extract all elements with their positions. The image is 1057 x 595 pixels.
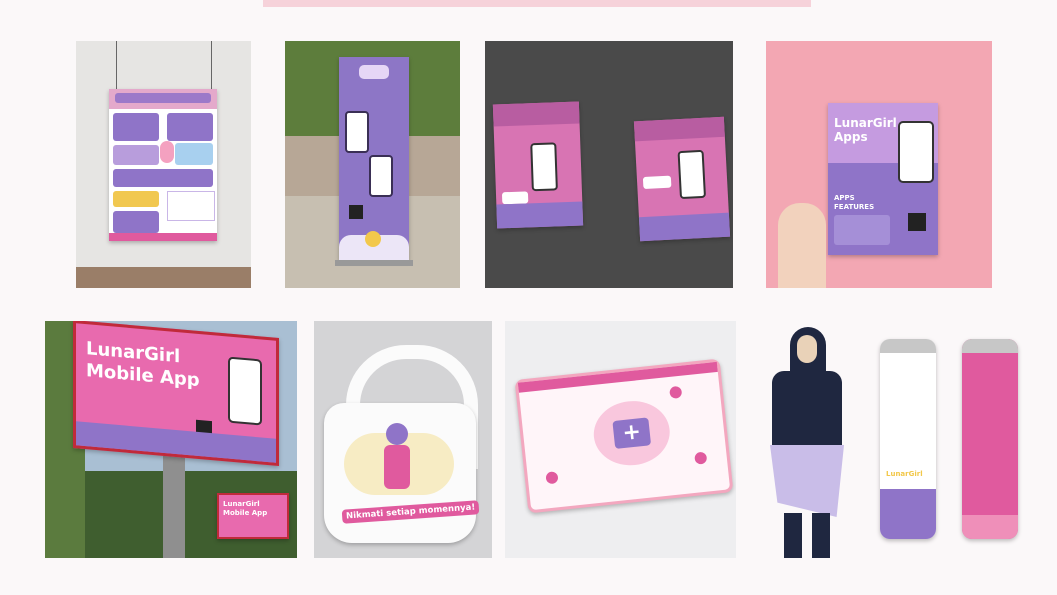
bottle-white: LunarGirl — [880, 339, 936, 539]
small-billboard-title-line1: LunarGirl — [223, 500, 260, 508]
flyer-features-line1: APPS — [834, 194, 855, 202]
flyer-title-line2: Apps — [834, 130, 868, 144]
flower-icon — [669, 385, 683, 399]
poster-mockup-tile — [76, 41, 251, 288]
qr-code-icon — [908, 213, 926, 231]
flower-icon — [545, 471, 559, 485]
flyer-features-line2: FEATURES — [834, 203, 875, 211]
girl-illustration — [386, 423, 408, 445]
model-figure — [762, 321, 852, 558]
bottle-pink — [962, 339, 1018, 539]
clear-pouch: + — [514, 358, 734, 514]
rollup-banner-tile — [285, 41, 460, 288]
hanging-posters-tile — [485, 41, 733, 288]
hand — [778, 203, 826, 288]
flower-icon — [694, 451, 708, 465]
pouch-tile: + — [505, 321, 736, 558]
flyer-title-line1: LunarGirl — [834, 116, 897, 130]
top-accent-bar — [263, 0, 811, 7]
billboard-tile: LunarGirl Mobile App LunarGirl Mobile Ap… — [45, 321, 297, 558]
infographic-poster — [109, 89, 217, 241]
small-billboard: LunarGirl Mobile App — [217, 493, 289, 539]
tote-bag: Nikmati setiap momennya! — [324, 403, 480, 543]
medical-kit-icon: + — [612, 417, 652, 449]
phone-screenshot — [898, 121, 934, 183]
rollup-banner — [339, 57, 409, 260]
phone-screenshot — [228, 356, 262, 426]
flyer: LunarGirl Apps APPS FEATURES — [828, 103, 938, 255]
merch-tile: LunarGirl — [752, 321, 1042, 558]
tote-slogan: Nikmati setiap momennya! — [341, 500, 480, 524]
small-billboard-title-line2: Mobile App — [223, 509, 268, 517]
bottle-logo: LunarGirl — [886, 470, 923, 478]
hanging-poster-right — [633, 116, 731, 242]
billboard-title-line2: Mobile App — [86, 360, 200, 392]
hanging-poster-left — [492, 101, 584, 229]
tote-bag-tile: Nikmati setiap momennya! — [314, 321, 492, 558]
billboard: LunarGirl Mobile App — [73, 321, 279, 467]
flyer-mockup-tile: LunarGirl Apps APPS FEATURES — [766, 41, 992, 288]
scarf — [770, 445, 844, 517]
